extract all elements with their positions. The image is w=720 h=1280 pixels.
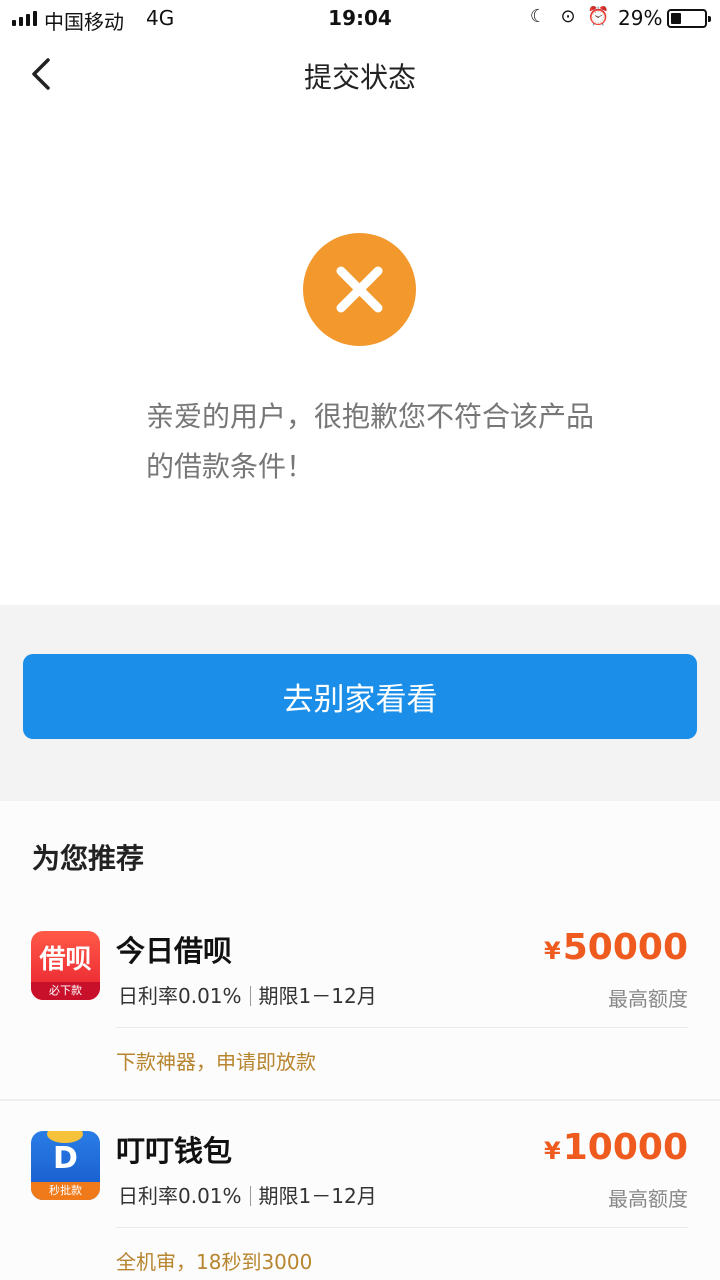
battery-percent: 29% [618, 6, 663, 30]
product-terms: 日利率0.01% 期限1－12月 [118, 1180, 377, 1209]
currency-symbol: ¥ [544, 1137, 561, 1165]
alarm-icon: ⏰ [587, 6, 610, 27]
result-message: 亲爱的用户，很抱歉您不符合该产品的借款条件！ [146, 400, 595, 483]
terms-divider [249, 986, 251, 1006]
rotation-lock-icon: ⊙ [560, 6, 576, 27]
max-amount-label: 最高额度 [608, 1187, 688, 1211]
go-elsewhere-button[interactable]: 去别家看看 [23, 654, 697, 739]
product-slogan: 全机审，18秒到3000 [116, 1250, 313, 1274]
battery-level [671, 13, 682, 24]
status-time: 19:04 [328, 6, 392, 30]
recommend-section: 为您推荐 借呗 必下款 今日借呗 日利率0.01% 期限1－12月 ¥50000 … [0, 801, 720, 1280]
amount-value: 50000 [562, 927, 688, 968]
app-icon: D 秒批款 [31, 1131, 100, 1200]
amount-value: 10000 [562, 1127, 688, 1168]
product-name: 今日借呗 [116, 934, 233, 968]
status-bar: 中国移动 4G 19:04 ☾ ⊙ ⏰ 29% [0, 0, 720, 38]
battery-icon [667, 9, 711, 28]
divider [116, 1027, 688, 1028]
max-amount: ¥10000 [544, 1127, 688, 1168]
product-slogan: 下款神器，申请即放款 [116, 1050, 316, 1074]
app-icon: 借呗 必下款 [31, 931, 100, 1000]
max-amount-label: 最高额度 [608, 987, 688, 1011]
recommend-heading: 为您推荐 [32, 842, 145, 875]
product-name: 叮叮钱包 [116, 1134, 233, 1168]
terms-divider [249, 1186, 251, 1206]
loan-term: 期限1－12月 [258, 1184, 377, 1208]
loan-product-card[interactable]: 借呗 必下款 今日借呗 日利率0.01% 期限1－12月 ¥50000 最高额度 … [0, 901, 720, 1101]
nav-bar: 提交状态 [0, 38, 720, 110]
daily-rate: 日利率0.01% [118, 1184, 242, 1208]
moon-icon: ☾ [529, 6, 547, 27]
app-icon-text: 借呗 [39, 945, 92, 975]
close-icon [336, 266, 383, 313]
divider [116, 1227, 688, 1228]
max-amount: ¥50000 [544, 927, 688, 968]
error-status-icon [303, 233, 416, 346]
loan-product-card[interactable]: D 秒批款 叮叮钱包 日利率0.01% 期限1－12月 ¥10000 最高额度 全… [0, 1099, 720, 1280]
divider [0, 1099, 720, 1101]
product-terms: 日利率0.01% 期限1－12月 [118, 980, 377, 1009]
currency-symbol: ¥ [544, 937, 561, 965]
page-title: 提交状态 [303, 61, 416, 94]
app-icon-text: D [53, 1141, 78, 1176]
action-section: 去别家看看 [0, 605, 720, 801]
app-icon-badge: 必下款 [31, 982, 100, 1000]
daily-rate: 日利率0.01% [118, 984, 242, 1008]
loan-term: 期限1－12月 [258, 984, 377, 1008]
app-icon-badge: 秒批款 [31, 1182, 100, 1200]
